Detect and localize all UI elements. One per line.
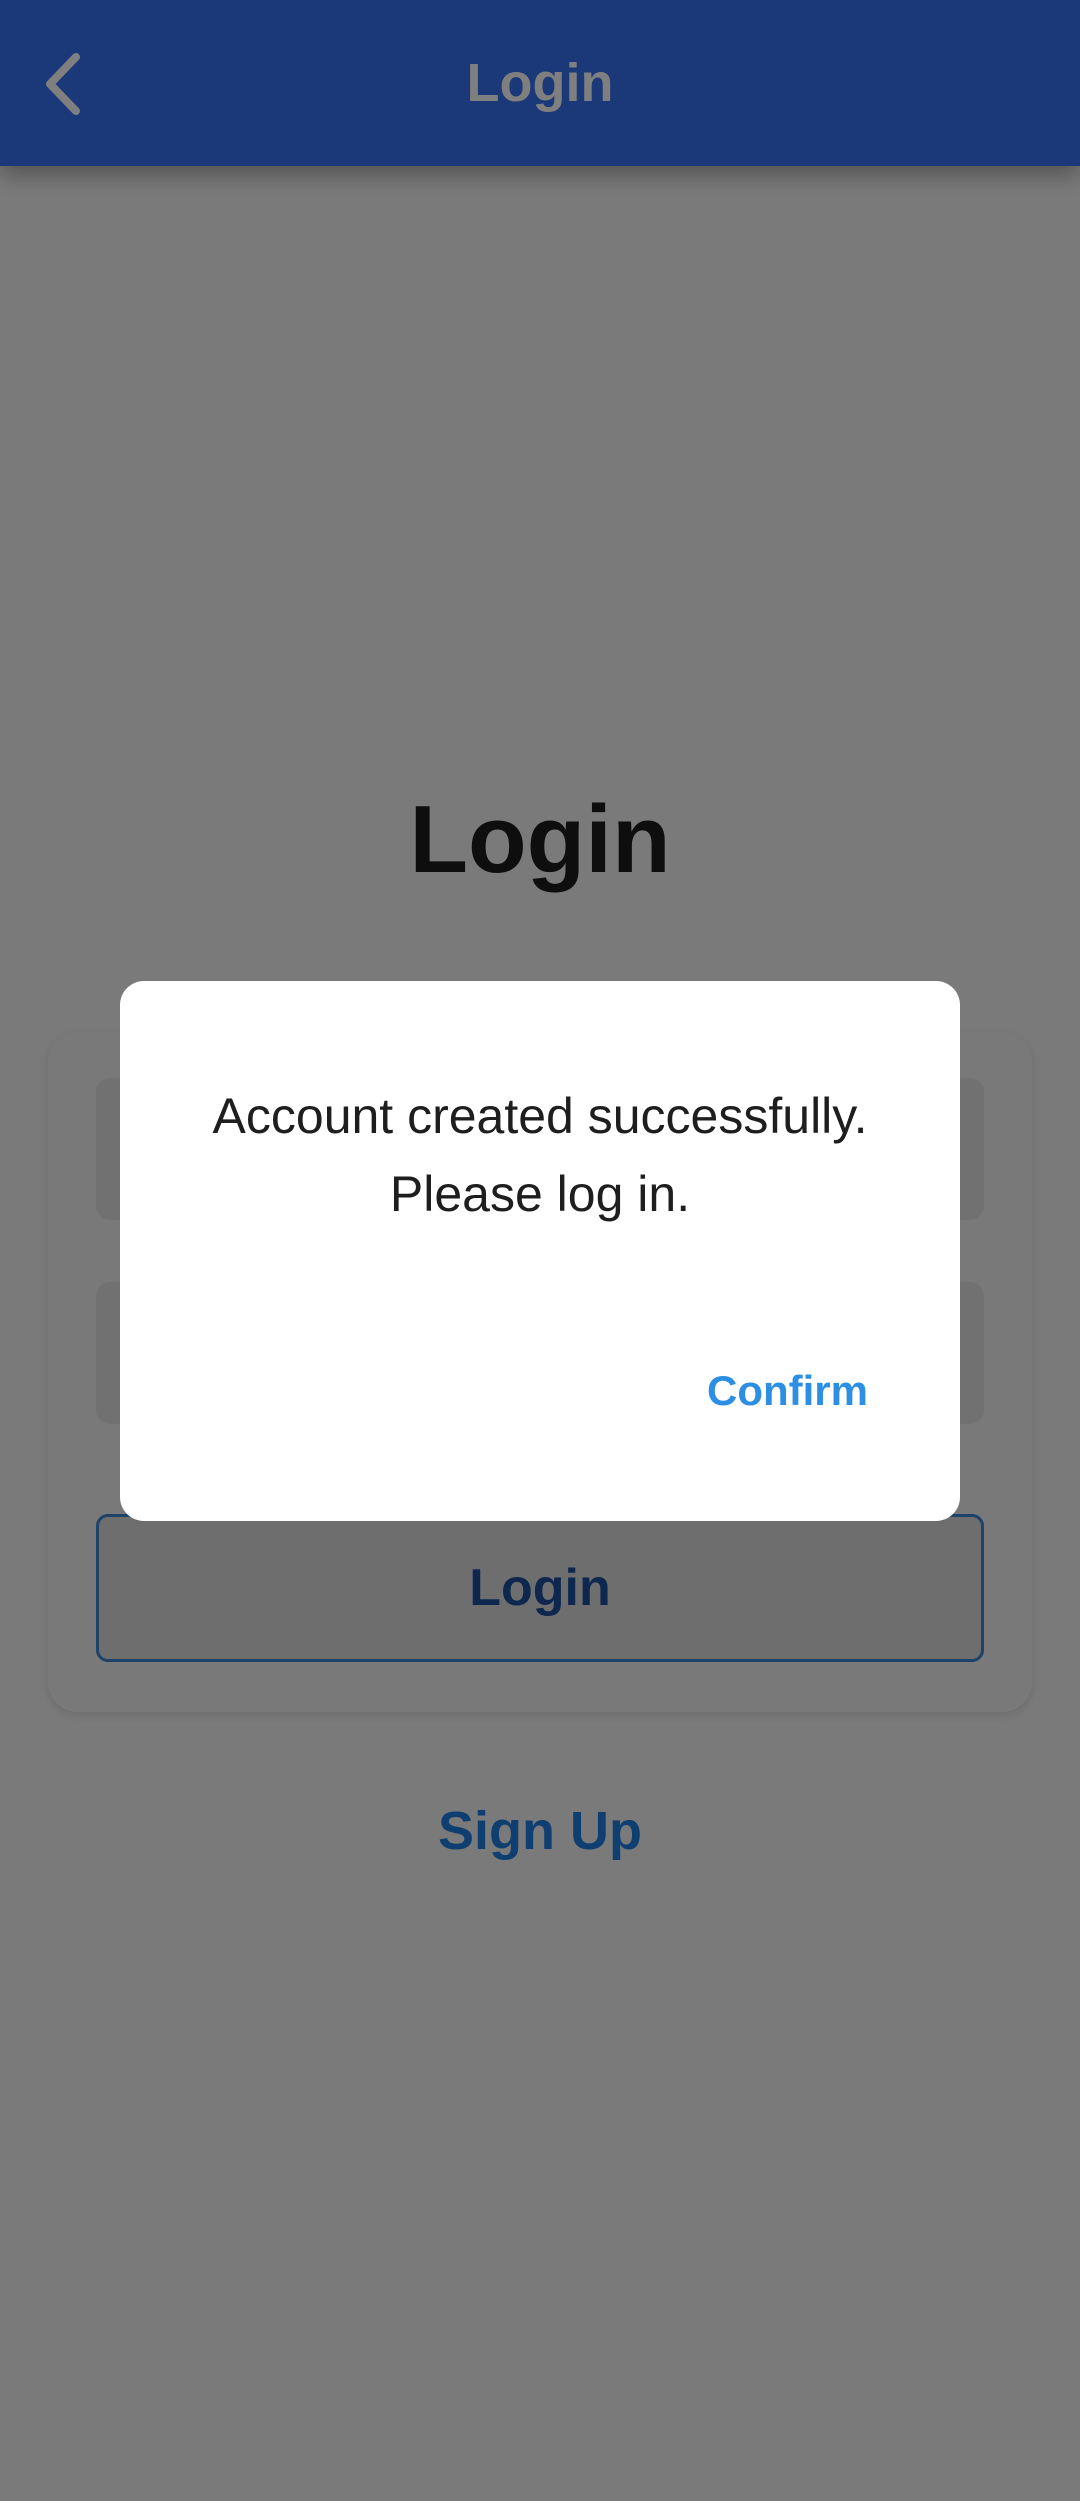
confirm-button[interactable]: Confirm <box>695 1353 880 1429</box>
dialog-message: Account created successfully. Please log… <box>212 1088 868 1222</box>
success-dialog: Account created successfully. Please log… <box>120 981 960 1521</box>
